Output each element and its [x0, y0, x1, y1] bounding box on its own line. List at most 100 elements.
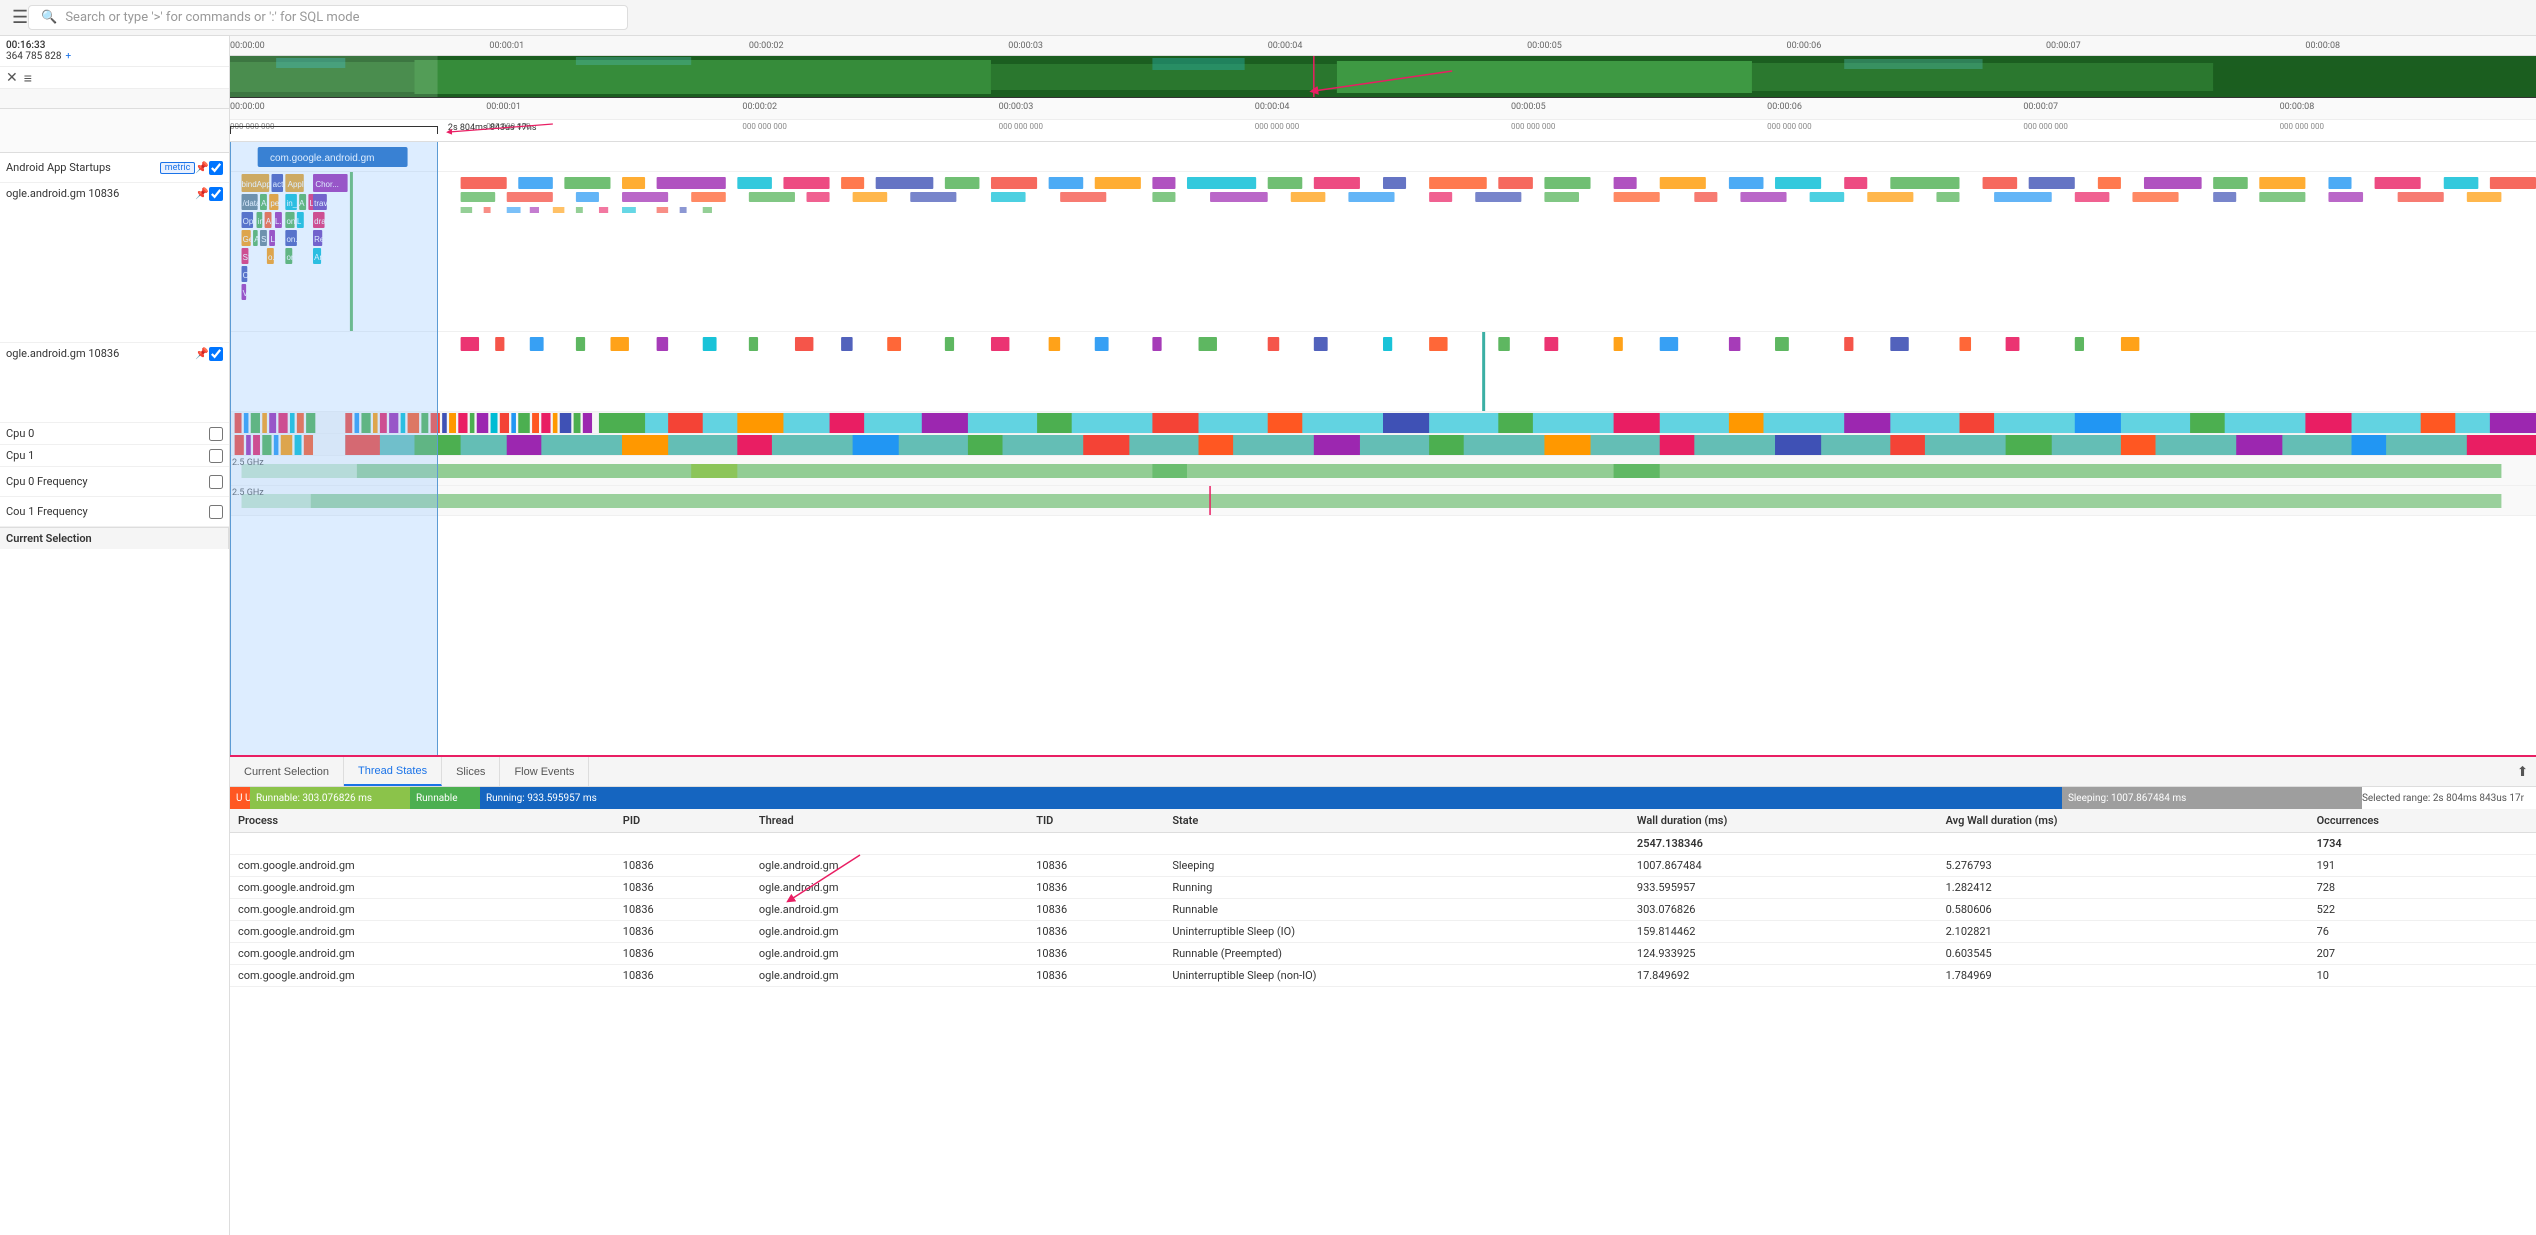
vtrack-ogle-main[interactable]: bindApplicat... act... Appli... Chor... …: [230, 172, 2536, 332]
frame-count: 364 785 828: [6, 51, 62, 62]
row-state: Runnable (Preempted): [1164, 943, 1629, 965]
ts-sleeping-seg: Sleeping: 1007.867484 ms: [2062, 787, 2362, 809]
col-pid: PID: [615, 809, 751, 833]
row-occurrences: 191: [2309, 855, 2536, 877]
track-list: Android App Startups metric 📌 ogle.andro…: [0, 89, 229, 1235]
pin-icon-ogle-main[interactable]: 📌: [195, 187, 209, 200]
tab-current-selection[interactable]: Current Selection: [230, 757, 344, 786]
thread-states-table: Process PID Thread TID State Wall durati…: [230, 809, 2536, 987]
canvas-area: 00:00:00 00:00:01 00:00:02 00:00:03 00:0…: [230, 36, 2536, 1235]
svg-text:draw: draw: [314, 217, 332, 226]
row-state: Uninterruptible Sleep (non-IO): [1164, 965, 1629, 987]
tab-thread-states[interactable]: Thread States: [344, 757, 442, 786]
bottom-tabs: Current Selection Thread States Slices F…: [230, 757, 2536, 787]
table-row: com.google.android.gm 10836 ogle.android…: [230, 965, 2536, 987]
row-avg-wall: 2.102821: [1938, 921, 2309, 943]
checkbox-cpu0-freq[interactable]: [209, 475, 223, 489]
row-avg-wall: 0.603545: [1938, 943, 2309, 965]
row-wall: 303.076826: [1629, 899, 1938, 921]
ov-tick-2: 00:00:02: [749, 41, 784, 51]
table-row: com.google.android.gm 10836 ogle.android…: [230, 921, 2536, 943]
row-avg-wall: 1.282412: [1938, 877, 2309, 899]
vtrack-cpu1[interactable]: [230, 434, 2536, 456]
track-name-app-startups: Android App Startups: [6, 161, 156, 174]
svg-text:on...: on...: [286, 253, 302, 262]
close-all-button[interactable]: ✕: [6, 69, 18, 86]
rtick-7: 00:00:07: [2023, 102, 2058, 112]
vtrack-ogle-second[interactable]: [230, 332, 2536, 412]
row-pid: 10836: [615, 877, 751, 899]
svg-text:St...: St...: [243, 253, 257, 262]
svg-text:pe...: pe...: [270, 199, 286, 208]
ts-runnable-waiting-seg: Runnable: 303.076826 ms: [250, 787, 410, 809]
col-state: State: [1164, 809, 1629, 833]
app-header: ☰ 🔍 Search or type '>' for commands or '…: [0, 0, 2536, 36]
tab-flow-events[interactable]: Flow Events: [500, 757, 589, 786]
rtick-0: 00:00:00: [230, 102, 265, 112]
tab-slices[interactable]: Slices: [442, 757, 500, 786]
row-tid: 10836: [1028, 877, 1164, 899]
row-wall: 933.595957: [1629, 877, 1938, 899]
row-thread: ogle.android.gm: [751, 855, 1028, 877]
vtrack-cpu0-freq[interactable]: 2.5 GHz: [230, 456, 2536, 486]
track-name-cpu1: Cpu 1: [6, 449, 209, 462]
pin-icon-ogle-second[interactable]: 📌: [195, 347, 209, 360]
track-name-ogle-second: ogle.android.gm 10836: [6, 347, 195, 360]
table-total-row: 2547.138346 1734: [230, 833, 2536, 855]
row-wall: 17.849692: [1629, 965, 1938, 987]
rtick2-4: 000 000 000: [1255, 122, 1299, 131]
svg-text:L...: L...: [270, 235, 281, 244]
expand-all-button[interactable]: ≡: [24, 70, 32, 86]
row-occurrences: 728: [2309, 877, 2536, 899]
rtick2-5: 000 000 000: [1511, 122, 1555, 131]
checkbox-ogle-main[interactable]: [209, 187, 223, 201]
col-process: Process: [230, 809, 615, 833]
ts-runnable-seg: Runnable: [410, 787, 480, 809]
row-state: Runnable: [1164, 899, 1629, 921]
row-tid: 10836: [1028, 921, 1164, 943]
svg-text:com.google.android.gm: com.google.android.gm: [270, 153, 375, 164]
checkbox-cpu1[interactable]: [209, 449, 223, 463]
track-name-cpu0-freq: Cpu 0 Frequency: [6, 475, 209, 488]
rtick-3: 00:00:03: [999, 102, 1034, 112]
svg-text:A: A: [266, 217, 272, 226]
ov-tick-0: 00:00:00: [230, 41, 265, 51]
row-tid: 10836: [1028, 965, 1164, 987]
track-label-ogle-second: ogle.android.gm 10836 📌: [0, 343, 229, 423]
rtick-6: 00:00:06: [1767, 102, 1802, 112]
current-selection-label: Current Selection: [0, 527, 229, 549]
row-tid: 10836: [1028, 855, 1164, 877]
checkbox-cpu0[interactable]: [209, 427, 223, 441]
rtick2-7: 000 000 000: [2023, 122, 2067, 131]
checkbox-app-startups[interactable]: [209, 161, 223, 175]
svg-text:Chor...: Chor...: [315, 180, 339, 189]
hamburger-button[interactable]: ☰: [12, 7, 28, 28]
svg-text:o...: o...: [268, 253, 279, 262]
track-label-cpu0-freq: Cpu 0 Frequency: [0, 467, 229, 497]
checkbox-ogle-second[interactable]: [209, 347, 223, 361]
rtick-1: 00:00:01: [486, 102, 521, 112]
overview-bar[interactable]: [230, 56, 2536, 98]
row-occurrences: 76: [2309, 921, 2536, 943]
row-pid: 10836: [615, 899, 751, 921]
metric-badge-app-startups: metric: [160, 162, 196, 174]
svg-text:trav...: trav...: [314, 199, 333, 208]
cpu1-freq-label: 2.5 GHz: [232, 488, 264, 498]
pin-icon-app-startups[interactable]: 📌: [195, 161, 209, 174]
ov-tick-3: 00:00:03: [1008, 41, 1043, 51]
rtick2-2: 000 000 000: [742, 122, 786, 131]
add-button[interactable]: +: [66, 51, 72, 62]
vtrack-cpu1-freq[interactable]: 2.5 GHz: [230, 486, 2536, 516]
tab-expand-button[interactable]: ⬆: [2509, 764, 2536, 780]
col-wall: Wall duration (ms): [1629, 809, 1938, 833]
vtrack-app-startups[interactable]: com.google.android.gm: [230, 142, 2536, 172]
row-thread: ogle.android.gm: [751, 899, 1028, 921]
rtick-2: 00:00:02: [742, 102, 777, 112]
row-avg-wall: 0.580606: [1938, 899, 2309, 921]
vtrack-cpu0[interactable]: [230, 412, 2536, 434]
row-thread: ogle.android.gm: [751, 943, 1028, 965]
track-label-ogle-main: ogle.android.gm 10836 📌: [0, 183, 229, 343]
search-bar[interactable]: 🔍 Search or type '>' for commands or ':'…: [28, 5, 628, 30]
row-pid: 10836: [615, 921, 751, 943]
checkbox-cpu1-freq[interactable]: [209, 505, 223, 519]
